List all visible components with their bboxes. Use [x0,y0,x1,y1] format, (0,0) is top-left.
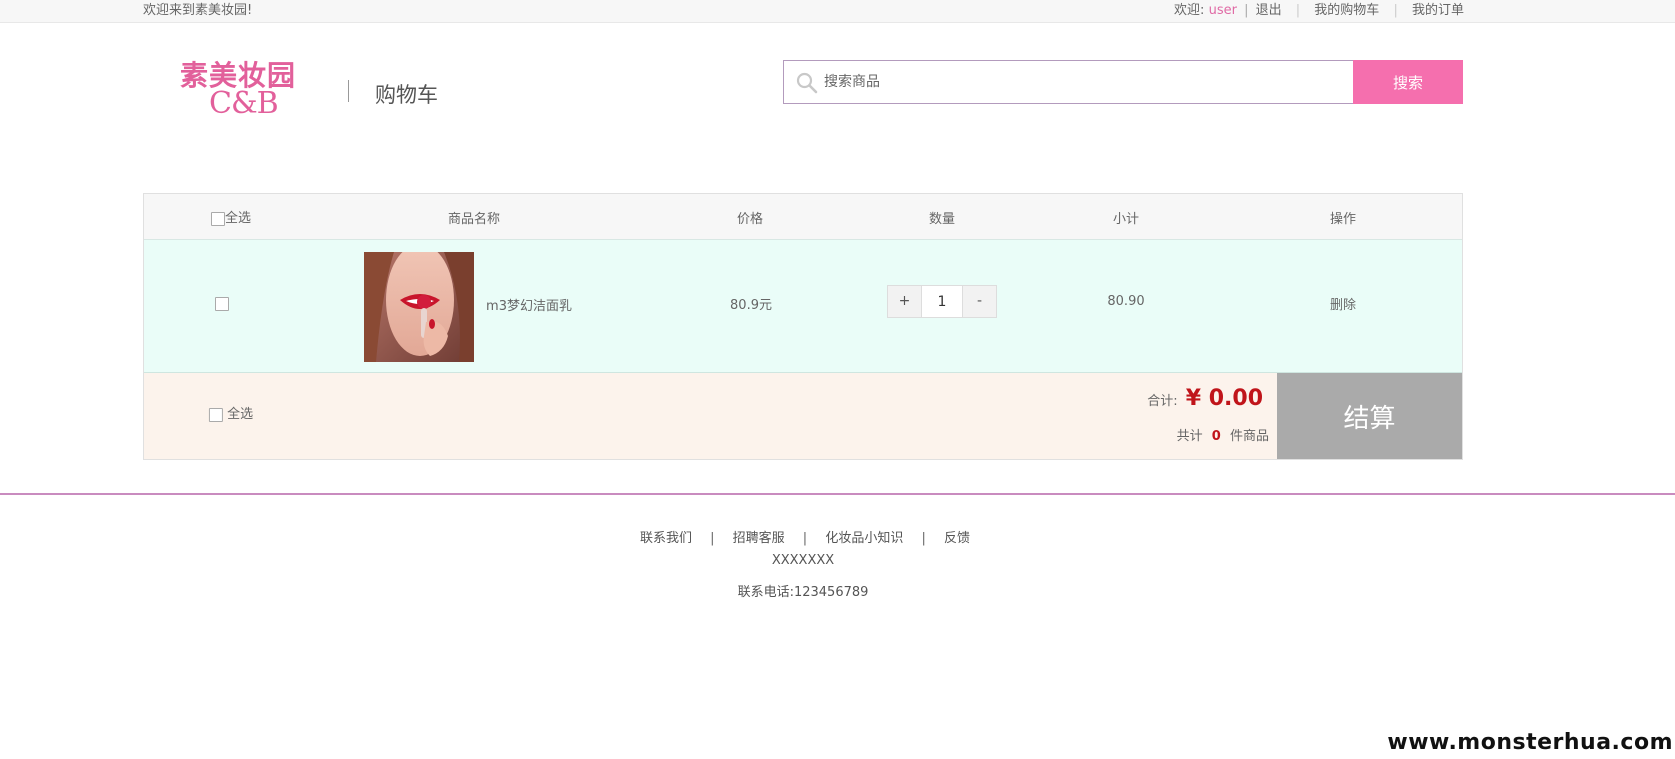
divider: | [1244,3,1249,18]
column-price: 价格 [736,212,764,227]
total-value: ¥ 0.00 [1185,386,1263,411]
top-bar: 欢迎来到素美妆园! 欢迎: user | 退出 | 我的购物车 | 我的订单 [0,0,1675,23]
footer-select-all-label: 全选 [227,407,254,422]
page-title: 购物车 [375,83,438,107]
total-label: 合计: [1147,394,1178,409]
cart-item-row: m3梦幻洁面乳 80.9元 + - 80.90 删除 [144,240,1462,373]
divider: | [710,531,715,546]
welcome-text: 欢迎来到素美妆园! [143,3,253,18]
footer-link-knowledge[interactable]: 化妆品小知识 [825,531,903,546]
footer-link-recruit[interactable]: 招聘客服 [733,531,785,546]
cart-table: 全选 商品名称 价格 数量 小计 操作 m3梦幻洁面乳 80.9元 + 1 - … [143,193,1463,460]
total-line: 合计: ¥ 0.00 [1147,386,1263,411]
footer-select-all-checkbox[interactable] [208,407,223,422]
divider: | [802,531,808,546]
search-button[interactable]: 搜索 [1353,60,1463,104]
count-suffix: 件商品 [1229,429,1269,444]
greeting-label: 欢迎: [1174,3,1205,18]
footer-divider [0,493,1675,495]
cart-summary-bar: 全选 合计: ¥ 0.00 共计 0 件商品 结算 [144,373,1462,459]
item-subtotal: 80.90 [1107,294,1145,309]
footer-phone: 联系电话:123456789 [737,585,869,600]
select-all-label: 全选 [224,211,252,226]
footer-links: 联系我们 | 招聘客服 | 化妆品小知识 | 反馈 [0,527,1610,546]
logo-english-text: C&B [209,86,279,121]
product-price: 80.9元 [730,298,772,313]
logout-link[interactable]: 退出 [1256,0,1282,18]
watermark: www.monsterhua.com [1387,730,1673,755]
search-input[interactable] [824,61,1344,103]
divider: | [1393,3,1398,18]
column-quantity: 数量 [928,212,956,227]
footer-company: XXXXXXX [771,553,835,568]
column-action: 操作 [1329,212,1357,227]
column-subtotal: 小计 [1112,212,1140,227]
top-bar-links: 欢迎: user | 退出 | 我的购物车 | 我的订单 [1174,0,1464,18]
quantity-stepper: + - [887,285,997,318]
site-logo[interactable]: 素美妆园 C&B [176,52,311,124]
qty-decrease-button[interactable]: - [963,286,996,317]
footer-link-contact[interactable]: 联系我们 [640,531,692,546]
item-count-line: 共计 0 件商品 [1177,425,1269,444]
quantity-input[interactable] [921,286,963,317]
my-cart-link[interactable]: 我的购物车 [1314,0,1379,18]
divider: | [1295,3,1301,18]
count-value: 0 [1211,429,1221,444]
divider: | [921,531,926,546]
search-box [783,60,1353,104]
select-all-header[interactable]: 全选 [210,207,252,226]
username-link[interactable]: user [1209,3,1237,18]
delete-link[interactable]: 删除 [1330,294,1356,313]
header-divider [348,80,349,102]
search-icon [795,71,819,95]
product-name[interactable]: m3梦幻洁面乳 [486,295,572,314]
item-checkbox-cell[interactable] [215,296,229,311]
footer-select-all[interactable]: 全选 [208,403,254,422]
cart-header-row: 全选 商品名称 价格 数量 小计 操作 [144,194,1462,240]
count-prefix: 共计 [1176,429,1203,444]
product-image[interactable] [364,252,474,362]
footer-link-feedback[interactable]: 反馈 [944,531,970,546]
qty-increase-button[interactable]: + [888,286,921,317]
select-all-checkbox[interactable] [210,211,225,226]
my-orders-link[interactable]: 我的订单 [1412,0,1464,18]
checkout-button[interactable]: 结算 [1277,373,1462,459]
item-checkbox[interactable] [215,296,229,311]
column-name: 商品名称 [447,212,501,227]
